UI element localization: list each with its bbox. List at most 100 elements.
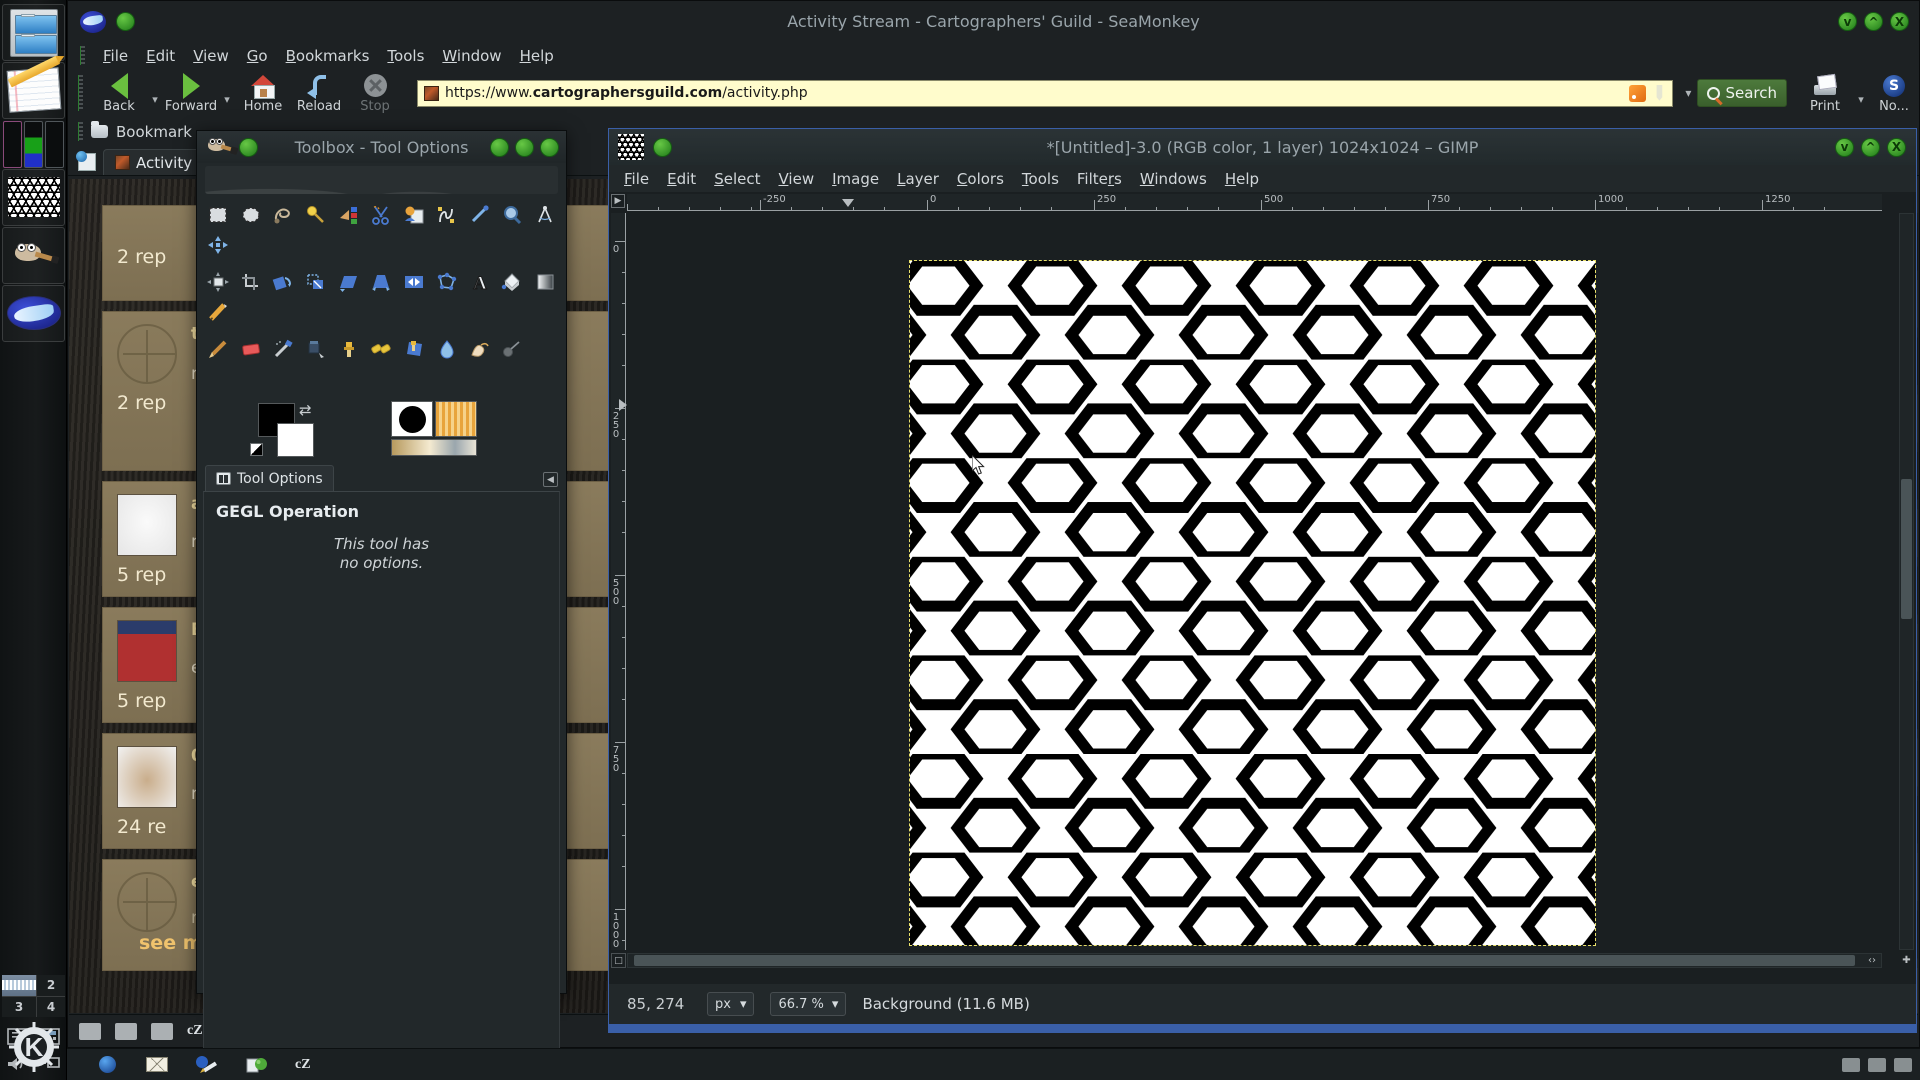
status-chatzilla-label[interactable]: cZ bbox=[187, 1023, 203, 1039]
zoom-combo[interactable]: 66.7 % ▾ bbox=[770, 992, 847, 1016]
toolbox-minimize-button[interactable] bbox=[490, 137, 509, 157]
perspective-icon[interactable] bbox=[366, 267, 398, 296]
panel-item-file-cabinet[interactable] bbox=[1, 4, 65, 61]
status-addressbook-icon[interactable] bbox=[151, 1022, 173, 1040]
toolbar-grip[interactable] bbox=[78, 75, 83, 111]
taskbar-compose-icon[interactable] bbox=[195, 1055, 219, 1075]
active-gradient-indicator[interactable] bbox=[391, 439, 477, 456]
tool-options-tabstrip[interactable]: Tool Options ◀ bbox=[197, 465, 566, 491]
desktop-pager[interactable]: 2 3 4 bbox=[2, 975, 65, 1017]
foreground-select-icon[interactable] bbox=[398, 200, 430, 229]
canvas-viewport[interactable] bbox=[627, 213, 1882, 950]
gimp-minimize-button[interactable]: v bbox=[1835, 137, 1854, 157]
paintbrush-icon[interactable] bbox=[202, 334, 234, 363]
gimp-canvas-area[interactable]: ▶ -250 0 250 500 750 1000 1250 0 250 500… bbox=[609, 192, 1916, 984]
menu-go[interactable]: Go bbox=[238, 45, 277, 67]
ellipse-select-icon[interactable] bbox=[235, 200, 267, 229]
gimp-menu-tools[interactable]: Tools bbox=[1013, 168, 1068, 190]
fuzzy-select-icon[interactable] bbox=[300, 200, 332, 229]
print-dropdown-icon[interactable]: ▾ bbox=[1853, 81, 1869, 106]
canvas-vertical-scrollbar[interactable] bbox=[1899, 213, 1914, 950]
search-button[interactable]: Search bbox=[1697, 79, 1787, 107]
minimize-button[interactable]: v bbox=[1838, 12, 1857, 31]
gimp-maximize-button[interactable]: ^ bbox=[1861, 137, 1880, 157]
unit-menu-button[interactable]: ▶ bbox=[611, 194, 625, 208]
paths-icon[interactable] bbox=[431, 200, 463, 229]
bookmarks-label[interactable]: Bookmark bbox=[116, 123, 192, 141]
gimp-window-buttons[interactable]: v ^ X bbox=[1835, 137, 1906, 157]
swatch-3[interactable] bbox=[44, 121, 64, 168]
pager-desktop-4[interactable]: 4 bbox=[37, 996, 65, 1017]
tab-activity[interactable]: Activity bbox=[103, 149, 205, 175]
url-input[interactable]: https://www.cartographersguild.com/activ… bbox=[445, 85, 1623, 101]
dodge-burn-icon[interactable] bbox=[497, 334, 529, 363]
cage-transform-icon[interactable] bbox=[431, 267, 463, 296]
menu-edit[interactable]: Edit bbox=[137, 45, 184, 67]
tray-icon-2[interactable] bbox=[1868, 1057, 1886, 1072]
reload-button[interactable]: Reload bbox=[291, 73, 347, 114]
rotate-icon[interactable] bbox=[267, 267, 299, 296]
gimp-menubar[interactable]: File Edit Select View Image Layer Colors… bbox=[609, 165, 1916, 192]
desktop-taskbar[interactable]: cZ bbox=[67, 1048, 1920, 1080]
airbrush-icon[interactable] bbox=[267, 334, 299, 363]
gimp-menu-button[interactable] bbox=[653, 137, 672, 157]
status-mail-icon[interactable] bbox=[79, 1022, 101, 1040]
heal-icon[interactable] bbox=[366, 334, 398, 363]
toolbox-titlebar[interactable]: Toolbox - Tool Options bbox=[197, 131, 566, 163]
navigation-preview-button[interactable]: ✚ bbox=[1899, 953, 1914, 968]
swatch-2[interactable] bbox=[23, 121, 43, 168]
gimp-titlebar[interactable]: *[Untitled]-3.0 (RGB color, 1 layer) 102… bbox=[609, 129, 1916, 165]
rectangle-select-icon[interactable] bbox=[202, 200, 234, 229]
perspective-clone-icon[interactable] bbox=[398, 334, 430, 363]
collapse-dock-icon[interactable]: ◀ bbox=[543, 472, 558, 487]
active-pattern-indicator[interactable] bbox=[435, 401, 477, 437]
horizontal-ruler[interactable]: -250 0 250 500 750 1000 1250 bbox=[627, 194, 1882, 211]
panel-item-seamonkey[interactable] bbox=[1, 285, 65, 342]
panel-item-notepad[interactable] bbox=[1, 55, 65, 119]
zoom-image-toggle[interactable]: ‹› bbox=[1864, 953, 1880, 968]
menu-bookmarks[interactable]: Bookmarks bbox=[277, 45, 379, 67]
toolbox-menu-button[interactable] bbox=[239, 137, 258, 157]
color-indicator-area[interactable]: ⇄ bbox=[197, 399, 566, 459]
quick-mask-toggle[interactable]: □ bbox=[611, 953, 626, 968]
bookmarks-grip[interactable] bbox=[78, 122, 83, 141]
rss-feed-icon[interactable] bbox=[1629, 84, 1647, 102]
gimp-menu-image[interactable]: Image bbox=[823, 168, 888, 190]
panel-item-hex-pattern[interactable] bbox=[1, 169, 65, 226]
vertical-scrollbar-thumb[interactable] bbox=[1901, 479, 1912, 619]
tool-grid-row-2[interactable]: A bbox=[197, 261, 566, 328]
active-brush-indicator[interactable] bbox=[391, 401, 433, 437]
menubar-grip[interactable] bbox=[80, 46, 85, 65]
taskbar-chatzilla-label[interactable]: cZ bbox=[295, 1057, 311, 1073]
new-tab-icon[interactable] bbox=[76, 151, 96, 171]
tray-icon-3[interactable] bbox=[1894, 1057, 1912, 1072]
gimp-image-window[interactable]: *[Untitled]-3.0 (RGB color, 1 layer) 102… bbox=[608, 128, 1917, 1033]
gimp-menu-windows[interactable]: Windows bbox=[1131, 168, 1216, 190]
scissors-select-icon[interactable] bbox=[366, 200, 398, 229]
scale-icon[interactable] bbox=[300, 267, 332, 296]
seamonkey-navigation-toolbar[interactable]: Back ▾ Forward ▾ Home Reload Stop https:… bbox=[68, 69, 1919, 117]
back-dropdown-icon[interactable]: ▾ bbox=[147, 81, 163, 106]
zoom-icon[interactable] bbox=[497, 200, 529, 229]
forward-button[interactable]: Forward bbox=[163, 72, 219, 114]
home-button[interactable]: Home bbox=[235, 73, 291, 114]
gimp-menu-file[interactable]: File bbox=[615, 168, 658, 190]
thumbnail-compass[interactable] bbox=[117, 324, 177, 384]
status-compose-icon[interactable] bbox=[115, 1022, 137, 1040]
gimp-close-button[interactable]: X bbox=[1887, 137, 1906, 157]
swap-colors-icon[interactable]: ⇄ bbox=[299, 401, 312, 419]
eraser-icon[interactable] bbox=[235, 334, 267, 363]
free-select-icon[interactable] bbox=[267, 200, 299, 229]
pencil-icon[interactable] bbox=[202, 297, 234, 326]
vertical-ruler[interactable]: 0 250 500 750 1000 bbox=[611, 213, 627, 950]
toolbox-maximize-button[interactable] bbox=[515, 137, 534, 157]
taskbar-mail-icon[interactable] bbox=[145, 1055, 169, 1075]
ink-icon[interactable] bbox=[300, 334, 332, 363]
menu-tools[interactable]: Tools bbox=[378, 45, 433, 67]
url-dropdown-icon[interactable]: ▾ bbox=[1679, 86, 1697, 100]
unit-combo[interactable]: px ▾ bbox=[707, 992, 755, 1016]
bookmark-clip-icon[interactable] bbox=[1656, 84, 1663, 101]
clone-icon[interactable] bbox=[333, 334, 365, 363]
forward-dropdown-icon[interactable]: ▾ bbox=[219, 81, 235, 106]
gradient-icon[interactable] bbox=[529, 267, 561, 296]
